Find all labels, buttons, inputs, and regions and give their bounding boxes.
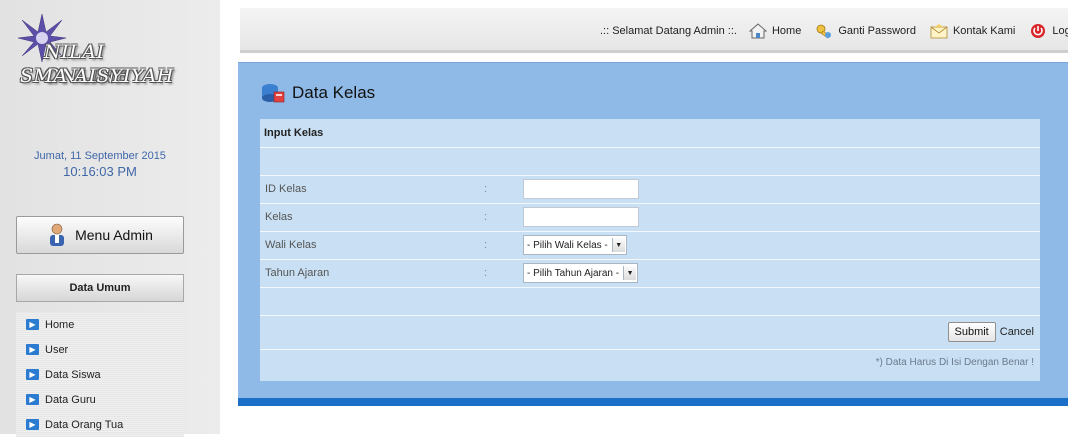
form-row-kelas: Kelas : bbox=[260, 203, 1040, 232]
nav-home[interactable]: Home bbox=[748, 23, 802, 39]
key-icon bbox=[816, 24, 832, 39]
form-row-wali-kelas: Wali Kelas : - Pilih Wali Kelas - ▼ bbox=[260, 231, 1040, 260]
nav-kontak-kami[interactable]: Kontak Kami bbox=[930, 23, 1015, 39]
sidebar: NILAI ONLINE SMA AISYIYAH Jumat, 11 Sept… bbox=[0, 0, 220, 437]
nav-kontak-kami-label: Kontak Kami bbox=[952, 25, 1016, 37]
welcome-text: .:: Selamat Datang Admin ::. bbox=[600, 25, 737, 37]
colon-separator: : bbox=[484, 239, 488, 251]
kelas-input[interactable] bbox=[523, 207, 639, 227]
nav-logout-label: Logout bbox=[1052, 25, 1068, 37]
current-date: Jumat, 11 September 2015 bbox=[34, 150, 166, 162]
form-spacer-row bbox=[260, 147, 1040, 176]
top-bar: .:: Selamat Datang Admin ::. Home Ganti … bbox=[240, 8, 1068, 53]
wali-kelas-label: Wali Kelas bbox=[265, 239, 317, 251]
date-time: Jumat, 11 September 2015 10:16:03 PM bbox=[0, 148, 200, 180]
arrow-right-icon: ▶ bbox=[26, 369, 39, 380]
submit-button[interactable]: Submit bbox=[947, 322, 996, 342]
logo-line-2: SMA AISYIYAH bbox=[20, 65, 174, 87]
colon-separator: : bbox=[484, 267, 488, 279]
sidebar-item-home[interactable]: ▶ Home bbox=[16, 312, 184, 337]
arrow-right-icon: ▶ bbox=[26, 394, 39, 405]
arrow-right-icon: ▶ bbox=[26, 419, 39, 430]
nav-home-label: Home bbox=[771, 25, 802, 37]
home-icon bbox=[748, 23, 767, 39]
form-note-row: *) Data Harus Di Isi Dengan Benar ! bbox=[260, 349, 1040, 377]
sidebar-item-label: User bbox=[45, 343, 69, 356]
site-logo[interactable]: NILAI ONLINE SMA AISYIYAH bbox=[16, 13, 196, 108]
power-icon bbox=[1031, 24, 1046, 38]
form-spacer-row bbox=[260, 287, 1040, 316]
user-icon bbox=[50, 223, 65, 246]
envelope-icon bbox=[930, 24, 948, 39]
sidebar-menu: ▶ Home ▶ User ▶ Data Siswa ▶ Data Guru ▶ Data… bbox=[16, 312, 184, 437]
form-heading: Input Kelas bbox=[264, 127, 324, 139]
sidebar-item-label: Data Siswa bbox=[45, 368, 101, 381]
current-time: 10:16:03 PM bbox=[63, 164, 137, 179]
colon-separator: : bbox=[484, 211, 488, 223]
form-row-tahun-ajaran: Tahun Ajaran : - Pilih Tahun Ajaran - ▼ bbox=[260, 259, 1040, 288]
kelas-label: Kelas bbox=[265, 211, 293, 223]
page-title-text: Data Kelas bbox=[292, 83, 376, 102]
nav-ganti-password-label: Ganti Password bbox=[838, 25, 916, 37]
tahun-ajaran-select[interactable]: - Pilih Tahun Ajaran - ▼ bbox=[523, 263, 639, 283]
sidebar-item-label: Data Guru bbox=[45, 393, 96, 406]
panel-bottom-bar bbox=[238, 398, 1068, 406]
dropdown-arrow-icon: ▼ bbox=[623, 266, 637, 280]
sidebar-item-data-siswa[interactable]: ▶ Data Siswa bbox=[16, 362, 184, 387]
form-row-id-kelas: ID Kelas : bbox=[260, 175, 1040, 204]
wali-kelas-selected: - Pilih Wali Kelas - bbox=[527, 239, 608, 251]
nav-ganti-password[interactable]: Ganti Password bbox=[815, 23, 916, 39]
form-actions-row: Submit Cancel bbox=[260, 315, 1040, 350]
required-note: *) Data Harus Di Isi Dengan Benar ! bbox=[875, 357, 1034, 368]
cancel-link[interactable]: Cancel bbox=[1000, 326, 1034, 338]
input-kelas-form: Input Kelas ID Kelas : Kelas : Wali Kela… bbox=[260, 119, 1040, 381]
top-nav: .:: Selamat Datang Admin ::. Home Ganti … bbox=[600, 22, 1068, 40]
menu-admin-button[interactable]: Menu Admin bbox=[16, 216, 184, 254]
section-header-data-umum: Data Umum bbox=[16, 274, 184, 302]
sidebar-item-label: Data Orang Tua bbox=[45, 418, 124, 431]
wali-kelas-select[interactable]: - Pilih Wali Kelas - ▼ bbox=[523, 235, 627, 255]
form-actions: Submit Cancel bbox=[947, 322, 1034, 342]
colon-separator: : bbox=[484, 183, 488, 195]
database-icon bbox=[262, 84, 285, 103]
sidebar-item-data-guru[interactable]: ▶ Data Guru bbox=[16, 387, 184, 412]
arrow-right-icon: ▶ bbox=[26, 319, 39, 330]
dropdown-arrow-icon: ▼ bbox=[611, 238, 625, 252]
sidebar-item-data-orang-tua[interactable]: ▶ Data Orang Tua bbox=[16, 412, 184, 437]
form-header-row: Input Kelas bbox=[260, 119, 1040, 148]
sidebar-item-user[interactable]: ▶ User bbox=[16, 337, 184, 362]
id-kelas-label: ID Kelas bbox=[265, 183, 307, 195]
main-panel: Data Kelas Input Kelas ID Kelas : Kelas … bbox=[238, 62, 1068, 405]
menu-admin-label: Menu Admin bbox=[75, 227, 153, 243]
sidebar-item-label: Home bbox=[45, 318, 75, 331]
tahun-ajaran-selected: - Pilih Tahun Ajaran - bbox=[527, 267, 620, 279]
page-title: Data Kelas bbox=[260, 79, 375, 107]
id-kelas-input[interactable] bbox=[523, 179, 639, 199]
arrow-right-icon: ▶ bbox=[26, 344, 39, 355]
nav-logout[interactable]: Logout bbox=[1029, 23, 1068, 39]
tahun-ajaran-label: Tahun Ajaran bbox=[265, 267, 330, 279]
